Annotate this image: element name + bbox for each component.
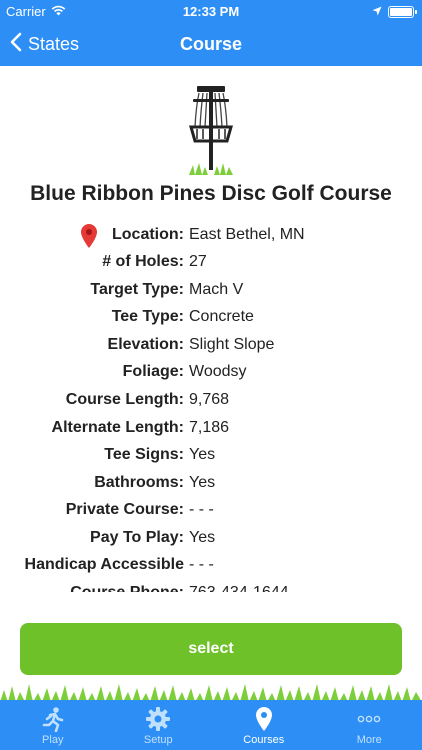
detail-row-tee-type: Tee Type: Concrete [0,304,422,331]
detail-label: # of Holes: [102,253,184,270]
tab-label: Play [42,734,64,746]
status-bar: Carrier 12:33 PM [0,0,422,22]
detail-row-bathrooms: Bathrooms: Yes [0,470,422,497]
detail-value: Mach V [189,281,244,298]
disc-golf-basket-icon [185,85,237,177]
tab-label: Courses [243,734,285,746]
detail-label: Alternate Length: [51,419,184,436]
tab-bar: Play Setup Courses More [0,700,422,750]
detail-row-private-course: Private Course: - - - [0,497,422,524]
detail-row-location: Location: East Bethel, MN [0,222,422,249]
detail-value: 9,768 [189,391,230,408]
tab-setup[interactable]: Setup [106,700,212,750]
detail-label: Bathrooms: [94,474,184,491]
grass-decoration [0,680,422,702]
gear-icon [106,706,212,732]
select-button[interactable]: select [20,623,402,675]
detail-label: Pay To Play: [90,529,184,546]
detail-label: Target Type: [90,281,184,298]
detail-row-tee-signs: Tee Signs: Yes [0,442,422,469]
detail-row-holes: # of Holes: 27 [0,249,422,276]
tab-play[interactable]: Play [0,700,106,750]
detail-label: Foliage: [122,363,184,380]
running-person-icon [0,706,106,732]
detail-label: Tee Signs: [104,446,184,463]
location-arrow-icon [372,4,382,19]
tab-courses[interactable]: Courses [211,700,317,750]
course-screen: Carrier 12:33 PM States Course Blue Ribb… [0,0,422,750]
detail-value: East Bethel, MN [189,226,305,243]
more-dots-icon [317,706,422,732]
detail-value: Woodsy [189,363,247,380]
detail-row-course-length: Course Length: 9,768 [0,387,422,414]
detail-value: Concrete [189,308,254,325]
tab-more[interactable]: More [317,700,422,750]
top-bar: Carrier 12:33 PM States Course [0,0,422,66]
detail-label: Tee Type: [111,308,184,325]
detail-row-foliage: Foliage: Woodsy [0,359,422,386]
battery-icon [388,5,417,18]
tab-label: Setup [143,734,173,746]
tab-label: More [356,734,382,746]
detail-row-target-type: Target Type: Mach V [0,277,422,304]
detail-value: - - - [189,556,214,573]
detail-row-course-phone: Course Phone: 763-434-1644 [0,580,422,592]
detail-row-elevation: Elevation: Slight Slope [0,332,422,359]
detail-value: - - - [189,501,214,518]
detail-label: Private Course: [65,501,184,518]
detail-value: 27 [189,253,207,270]
detail-value: 7,186 [189,419,230,436]
detail-label: Elevation: [107,336,184,353]
map-pin-icon [80,223,98,249]
course-name: Blue Ribbon Pines Disc Golf Course [30,182,392,205]
page-title: Course [179,34,242,54]
detail-value: Yes [189,529,216,546]
detail-value: Yes [189,474,216,491]
detail-label: Handicap Accessible [24,556,184,573]
detail-row-pay-to-play: Pay To Play: Yes [0,525,422,552]
detail-row-alternate-length: Alternate Length: 7,186 [0,415,422,442]
detail-value: Slight Slope [189,336,275,353]
detail-row-handicap-accessible: Handicap Accessible - - - [0,552,422,579]
detail-label: Location: [112,226,184,243]
course-details-list: Location: East Bethel, MN # of Holes: 27… [0,222,422,592]
detail-value: Yes [189,446,216,463]
navigation-bar: States Course [0,22,422,66]
detail-value: 763-434-1644 [189,584,289,592]
location-pin-icon [211,706,317,732]
detail-label: Course Phone: [70,584,184,592]
status-time: 12:33 PM [182,4,240,19]
status-right [372,4,417,19]
detail-label: Course Length: [65,391,184,408]
